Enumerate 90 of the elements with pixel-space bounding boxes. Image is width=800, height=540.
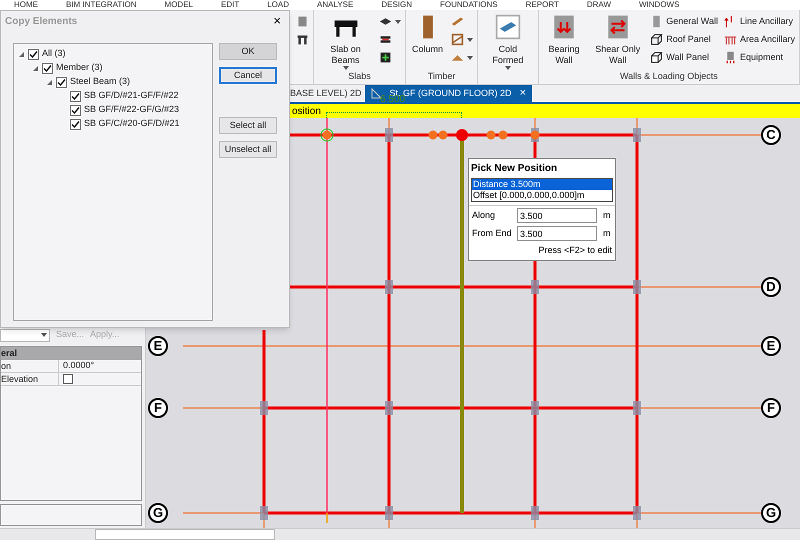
field-label: From End — [472, 226, 513, 240]
grid-axis-bubble: E — [148, 336, 168, 356]
grid-axis-bubble: F — [148, 398, 168, 418]
ribbon-button[interactable] — [451, 32, 474, 47]
tree-checkbox[interactable] — [70, 90, 81, 102]
expand-arrow-icon[interactable] — [32, 64, 39, 72]
ribbon-button[interactable]: Column — [410, 14, 446, 55]
tree-item-label[interactable]: All (3) — [42, 47, 66, 61]
prompt-text: osition — [292, 104, 321, 118]
dropdown-field[interactable] — [0, 328, 50, 342]
tree-item-label[interactable]: Steel Beam (3) — [70, 75, 130, 89]
group-label: Timber — [428, 71, 456, 81]
document-tab[interactable]: BASE LEVEL) 2D — [287, 85, 365, 102]
pillars-icon — [296, 33, 309, 46]
caret-icon — [467, 38, 474, 42]
position-option[interactable]: Distance 3.500m — [472, 179, 612, 190]
tree-checkbox[interactable] — [56, 76, 67, 88]
menu-tab[interactable]: REPORT — [526, 0, 559, 10]
property-name: on — [1, 360, 59, 372]
drawing-tool-icon — [370, 88, 382, 99]
input-field[interactable]: 3.500 — [517, 208, 597, 223]
ribbon-button[interactable]: Wall Panel — [650, 50, 718, 65]
group-label: Walls & Loading Objects — [620, 71, 718, 81]
grid-axis-bubble: G — [761, 503, 781, 523]
dialog-title: Copy Elements — [5, 14, 78, 28]
field-label: Along — [472, 208, 496, 222]
panel-icon — [650, 33, 664, 46]
brace-icon — [451, 33, 464, 46]
ribbon-button[interactable]: General Wall — [650, 14, 718, 29]
menu-tab[interactable]: ANALYSE — [317, 0, 354, 10]
ribbon-button[interactable]: Shear Only Wall — [591, 14, 644, 66]
menu-tab[interactable]: HOME — [14, 0, 38, 10]
grid-axis-bubble: F — [761, 398, 781, 418]
unit-label: m — [603, 226, 610, 240]
dimension-label: 6.500 — [380, 95, 406, 104]
ribbon-button[interactable]: Cold Formed — [482, 14, 534, 70]
menu-tab[interactable]: WINDOWS — [639, 0, 680, 10]
expand-arrow-icon[interactable] — [46, 78, 53, 86]
tree-checkbox[interactable] — [28, 48, 39, 60]
timber-beam-icon — [451, 15, 464, 28]
caret-icon — [467, 56, 474, 60]
caret-icon — [504, 66, 511, 70]
tree-checkbox[interactable] — [70, 118, 81, 130]
property-name: Elevation — [1, 373, 59, 385]
dialog-button[interactable]: OK — [219, 43, 277, 60]
grid-axis-bubble: G — [148, 503, 168, 523]
unit-label: m — [603, 208, 610, 222]
tree-item-label[interactable]: Member (3) — [56, 61, 103, 75]
caret-icon — [342, 66, 349, 70]
menu-tab[interactable]: DESIGN — [381, 0, 412, 10]
ribbon-button[interactable]: Bearing Wall — [542, 14, 586, 66]
menu-tab[interactable]: DRAW — [586, 0, 611, 10]
ribbon-button[interactable]: Roof Panel — [650, 32, 718, 47]
dialog-button[interactable]: Cancel — [219, 67, 277, 84]
tree-checkbox[interactable] — [42, 62, 53, 74]
tree-item-label[interactable]: SB GF/D/#21-GF/F/#22 — [84, 89, 179, 103]
ribbon-button[interactable]: Equipment — [724, 50, 795, 65]
input-field[interactable]: 3.500 — [517, 226, 597, 241]
ribbon-button[interactable]: Slab on Beams — [318, 14, 374, 70]
panel-icon — [650, 51, 664, 64]
menu-tab[interactable]: BIM INTEGRATION — [66, 0, 137, 10]
grid-axis-bubble: E — [761, 336, 781, 356]
menu-tab[interactable]: EDIT — [220, 0, 240, 10]
property-value: 0.0000° — [63, 359, 94, 372]
caret-icon — [395, 20, 402, 24]
ribbon-button[interactable]: Area Ancillary — [724, 32, 795, 47]
grid-axis-bubble: C — [761, 125, 781, 145]
section-header: eral — [1, 347, 141, 360]
hint-text: Press <F2> to edit — [538, 244, 612, 257]
close-button[interactable]: × — [269, 11, 285, 31]
input-field[interactable] — [95, 529, 275, 540]
dialog-button[interactable]: Unselect all — [219, 141, 277, 158]
group-label: Slabs — [348, 71, 371, 81]
grid-axis-bubble: D — [761, 277, 781, 297]
ribbon-button[interactable]: Line Ancillary — [724, 14, 795, 29]
tab-close-button[interactable]: × — [520, 85, 526, 102]
tree-item-label[interactable]: SB GF/C/#20-GF/D/#21 — [84, 117, 180, 131]
checkbox[interactable] — [63, 374, 73, 384]
caret-icon — [41, 333, 47, 337]
expand-arrow-icon[interactable] — [18, 50, 25, 58]
equipment-icon — [724, 51, 737, 64]
plus-icon — [379, 51, 392, 64]
menu-tab[interactable]: FOUNDATIONS — [440, 0, 498, 10]
block-icon — [296, 15, 309, 28]
popup-title: Pick New Position — [471, 162, 558, 176]
tree-checkbox[interactable] — [70, 104, 81, 116]
menu-tab[interactable]: LOAD — [267, 0, 290, 10]
dialog-button[interactable]: Select all — [219, 117, 277, 134]
tree-item-label[interactable]: SB GF/F/#22-GF/G/#23 — [84, 103, 180, 117]
menu-tab[interactable]: MODEL — [164, 0, 193, 10]
